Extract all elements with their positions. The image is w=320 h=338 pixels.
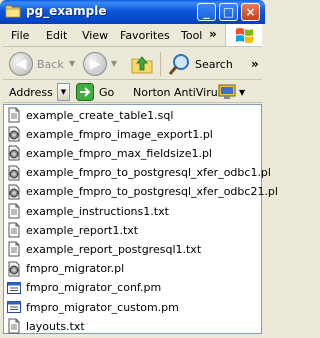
search-button-label[interactable]: Search: [195, 58, 233, 71]
text-file-icon: [6, 241, 22, 257]
norton-antivirus-icon[interactable]: [218, 84, 236, 100]
window-bottom-border: [0, 334, 265, 338]
menu-view[interactable]: View: [82, 29, 108, 42]
file-list[interactable]: example_create_table1.sql example_fmpro_i…: [3, 104, 278, 334]
pm-file-icon: [6, 299, 22, 315]
search-icon[interactable]: [168, 52, 192, 76]
file-name: example_fmpro_max_fieldsize1.pl: [26, 146, 212, 160]
maximize-button[interactable]: □: [219, 3, 238, 21]
toolbar-overflow-chevron-icon[interactable]: »: [251, 57, 259, 71]
perl-script-icon: [6, 165, 22, 181]
file-item[interactable]: example_report1.txt: [6, 222, 138, 238]
perl-script-icon: [6, 184, 22, 200]
file-name: fmpro_migrator_conf.pm: [26, 281, 162, 295]
toolbar-separator: [160, 52, 161, 76]
file-name: example_create_table1.sql: [26, 108, 174, 122]
menu-tools[interactable]: Tool: [181, 29, 202, 42]
go-button-label[interactable]: Go: [99, 86, 114, 99]
back-button[interactable]: ◀: [9, 52, 33, 76]
file-name: example_fmpro_to_postgresql_xfer_odbc1.p…: [26, 166, 271, 180]
perl-script-icon: [6, 145, 22, 161]
file-item[interactable]: example_report_postgresql1.txt: [6, 241, 201, 257]
file-name: example_report1.txt: [26, 223, 139, 237]
perl-script-icon: [6, 261, 22, 277]
antivirus-dropdown-icon[interactable]: ▼: [239, 88, 245, 97]
forward-button[interactable]: ▶: [83, 52, 107, 76]
menu-overflow-chevron-icon[interactable]: »: [209, 27, 217, 41]
file-item[interactable]: fmpro_migrator_conf.pm: [6, 280, 161, 296]
minimize-icon: _: [203, 5, 210, 19]
back-label: Back: [37, 58, 64, 71]
pm-file-icon: [6, 280, 22, 296]
file-name: fmpro_migrator.pl: [26, 262, 125, 276]
close-button[interactable]: ×: [241, 3, 260, 21]
menu-favorites[interactable]: Favorites: [120, 29, 170, 42]
forward-dropdown-icon[interactable]: ▼: [111, 59, 117, 68]
minimize-button[interactable]: _: [197, 3, 216, 21]
file-item[interactable]: example_fmpro_to_postgresql_xfer_odbc21.…: [6, 184, 278, 200]
window-title: pg_example: [26, 4, 107, 18]
address-dropdown-icon[interactable]: ▼: [58, 84, 69, 100]
file-name: example_report_postgresql1.txt: [26, 242, 202, 256]
file-item[interactable]: layouts.txt: [6, 318, 85, 334]
go-arrow-icon[interactable]: [76, 83, 94, 101]
file-item[interactable]: example_fmpro_to_postgresql_xfer_odbc1.p…: [6, 165, 271, 181]
text-file-icon: [6, 107, 22, 123]
file-name: example_fmpro_image_export1.pl: [26, 127, 213, 141]
address-combo[interactable]: ▼: [57, 83, 70, 101]
perl-script-icon: [6, 126, 22, 142]
close-icon: ×: [245, 5, 256, 19]
file-name: example_instructions1.txt: [26, 204, 169, 218]
up-folder-icon[interactable]: [130, 53, 154, 75]
text-file-icon: [6, 203, 22, 219]
address-bar: Address ▼ Go Norton AntiVirus ▼: [3, 81, 262, 103]
file-item[interactable]: example_fmpro_max_fieldsize1.pl: [6, 145, 212, 161]
back-arrow-icon: ◀: [15, 56, 27, 72]
file-item[interactable]: example_fmpro_image_export1.pl: [6, 126, 213, 142]
menu-bar: File Edit View Favorites Tool »: [3, 24, 262, 47]
windows-flag-icon: [236, 28, 253, 43]
file-item[interactable]: example_create_table1.sql: [6, 107, 173, 123]
file-item[interactable]: fmpro_migrator_custom.pm: [6, 299, 179, 315]
file-name: fmpro_migrator_custom.pm: [26, 300, 179, 314]
back-dropdown-icon[interactable]: ▼: [69, 59, 75, 68]
norton-antivirus-label[interactable]: Norton AntiVirus: [133, 86, 223, 99]
windows-logo: [225, 24, 262, 46]
text-file-icon: [6, 318, 22, 334]
title-bar[interactable]: pg_example _ □ ×: [0, 0, 265, 24]
menu-edit[interactable]: Edit: [46, 29, 67, 42]
file-name: layouts.txt: [26, 319, 85, 333]
text-file-icon: [6, 222, 22, 238]
file-item[interactable]: fmpro_migrator.pl: [6, 261, 124, 277]
maximize-icon: □: [222, 5, 235, 19]
file-item[interactable]: example_instructions1.txt: [6, 203, 169, 219]
menu-file[interactable]: File: [11, 29, 29, 42]
toolbar: ◀ Back ▼ ▶ ▼ Search »: [3, 48, 262, 80]
file-name: example_fmpro_to_postgresql_xfer_odbc21.…: [26, 185, 278, 199]
forward-arrow-icon: ▶: [89, 56, 101, 72]
address-label: Address: [9, 86, 53, 99]
folder-icon: [5, 5, 21, 18]
